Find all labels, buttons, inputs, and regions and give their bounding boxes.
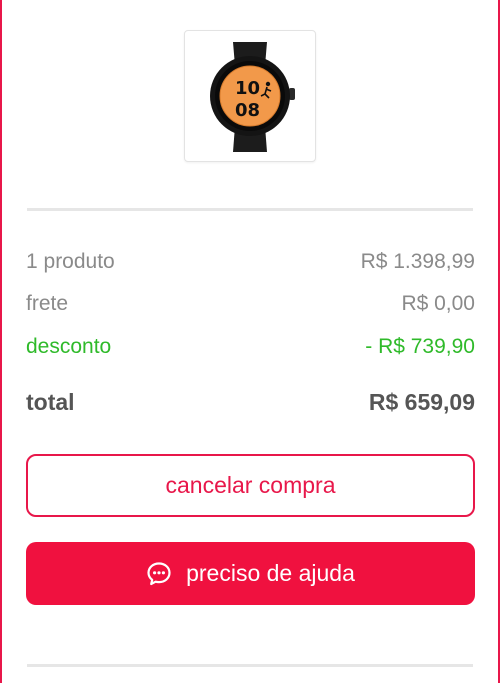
shipping-label: frete [26,292,69,315]
summary-products-row: 1 produto R$ 1.398,99 [26,250,475,274]
summary-total-row: total R$ 659,09 [26,389,475,416]
products-label: 1 produto [26,250,115,273]
product-thumbnail[interactable]: 10 08 [184,30,316,162]
total-label: total [26,389,75,415]
summary-shipping-row: frete R$ 0,00 [26,292,475,316]
products-value: R$ 1.398,99 [360,250,475,273]
cancel-purchase-label: cancelar compra [165,472,336,498]
section-divider [27,208,473,211]
discount-label: desconto [26,335,112,358]
need-help-label: preciso de ajuda [186,560,355,586]
smartwatch-image: 10 08 [210,42,295,152]
svg-text:08: 08 [235,100,260,121]
total-value: R$ 659,09 [368,389,475,415]
need-help-button[interactable]: preciso de ajuda [26,542,475,605]
left-edge-accent [0,0,2,683]
svg-text:10: 10 [235,78,260,99]
section-divider [27,664,473,667]
cancel-purchase-button[interactable]: cancelar compra [26,454,475,517]
chat-bubble-icon [146,561,172,587]
summary-discount-row: desconto - R$ 739,90 [26,335,475,359]
discount-value: - R$ 739,90 [365,335,475,358]
shipping-value: R$ 0,00 [401,292,475,315]
